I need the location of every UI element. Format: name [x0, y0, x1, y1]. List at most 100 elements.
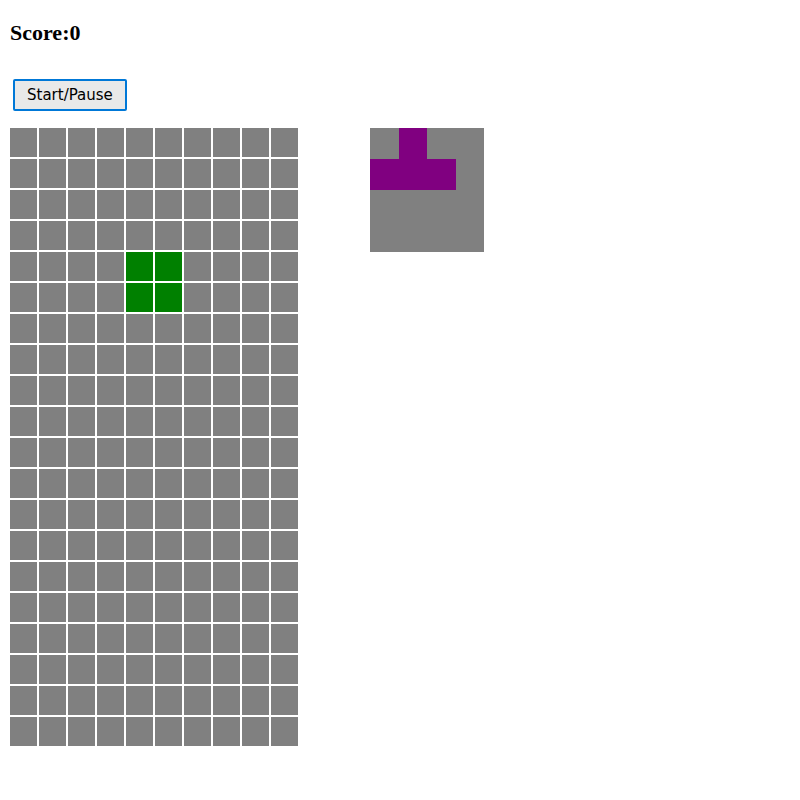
board-cell: [184, 314, 211, 343]
board-cell: [10, 500, 37, 529]
board-cell: [39, 593, 66, 622]
board-cell: [10, 562, 37, 591]
board-cell: [213, 469, 240, 498]
board-cell: [213, 190, 240, 219]
board-cell: [271, 500, 298, 529]
board-cell: [271, 190, 298, 219]
board-cell: [213, 221, 240, 250]
board-cell: [10, 469, 37, 498]
board-cell: [68, 717, 95, 746]
board-cell: [126, 655, 153, 684]
board-cell: [39, 500, 66, 529]
board-cell: [68, 376, 95, 405]
board-cell: [271, 717, 298, 746]
preview-cell: [456, 221, 485, 252]
board-cell: [271, 221, 298, 250]
board-cell: [39, 469, 66, 498]
board-cell: [10, 283, 37, 312]
board-cell: [126, 500, 153, 529]
board-cell: [242, 252, 269, 281]
board-cell: [155, 314, 182, 343]
board-cell: [155, 562, 182, 591]
board-cell: [39, 221, 66, 250]
board-cell: [10, 190, 37, 219]
board-cell: [213, 562, 240, 591]
board-cell: [39, 345, 66, 374]
board-cell: [68, 562, 95, 591]
board-cell: [68, 655, 95, 684]
score-label: Score:: [10, 20, 69, 45]
board-cell: [68, 283, 95, 312]
board-cell: [184, 469, 211, 498]
board-cell: [242, 717, 269, 746]
board-cell: [155, 500, 182, 529]
board-cell: [242, 655, 269, 684]
board-cell: [10, 345, 37, 374]
board-cell: [213, 593, 240, 622]
board-cell: [68, 438, 95, 467]
board-cell: [242, 531, 269, 560]
preview-cell: [456, 128, 485, 159]
board-cell: [271, 252, 298, 281]
board-cell: [10, 221, 37, 250]
board-cell: [97, 314, 124, 343]
preview-cell: [399, 221, 428, 252]
board-cell: [155, 345, 182, 374]
start-pause-button[interactable]: Start/Pause: [13, 79, 127, 111]
score-display: Score:0: [10, 18, 800, 48]
board-cell: [242, 500, 269, 529]
board-cell: [184, 159, 211, 188]
board-cell: [242, 562, 269, 591]
board-cell: [271, 469, 298, 498]
board-cell: [97, 345, 124, 374]
board-cell: [271, 686, 298, 715]
board-cell: [213, 252, 240, 281]
board-cell: [155, 128, 182, 157]
board-cell: [39, 562, 66, 591]
board-cell: [271, 283, 298, 312]
board-cell: [10, 128, 37, 157]
play-area: [10, 128, 800, 746]
board-cell: [39, 717, 66, 746]
board-cell: [126, 407, 153, 436]
board-cell: [213, 438, 240, 467]
board-cell: [68, 686, 95, 715]
board-cell: [213, 624, 240, 653]
preview-cell: [399, 190, 428, 221]
board-cell: [126, 159, 153, 188]
board-cell: [242, 624, 269, 653]
board-cell: [184, 500, 211, 529]
board-cell: [184, 655, 211, 684]
preview-cell: [456, 190, 485, 221]
board-cell: [10, 686, 37, 715]
board-cell: [68, 314, 95, 343]
board-cell: [155, 686, 182, 715]
score-value: 0: [69, 20, 80, 45]
board-cell: [39, 624, 66, 653]
board-cell: [184, 345, 211, 374]
board-cell: [10, 624, 37, 653]
board-cell: [126, 562, 153, 591]
next-piece-preview: [370, 128, 484, 252]
board-cell: [97, 221, 124, 250]
board-cell: [97, 407, 124, 436]
board-cell: [213, 500, 240, 529]
board-cell: [39, 159, 66, 188]
board-cell: [242, 159, 269, 188]
board-cell: [68, 128, 95, 157]
board-cell: [68, 469, 95, 498]
board-cell: [39, 655, 66, 684]
board-cell: [126, 190, 153, 219]
board-cell: [97, 624, 124, 653]
board-cell: [126, 376, 153, 405]
board-cell: [271, 314, 298, 343]
board-cell: [184, 128, 211, 157]
board-cell: [271, 655, 298, 684]
preview-cell: [370, 128, 399, 159]
board-cell: [126, 624, 153, 653]
board-cell: [213, 283, 240, 312]
board-cell: [184, 283, 211, 312]
board-cell: [126, 221, 153, 250]
board-cell: [97, 717, 124, 746]
board-cell: [126, 283, 153, 312]
